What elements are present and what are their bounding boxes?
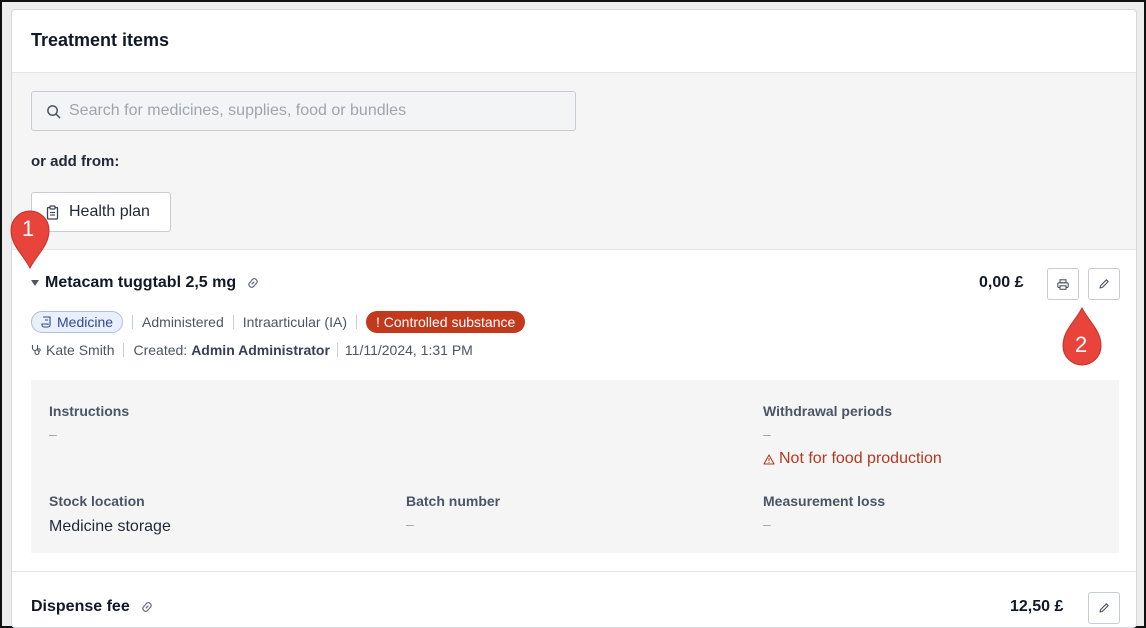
vet-name: Kate Smith [46,342,115,358]
callout-marker-1: 1 [8,208,52,270]
created-at: 11/11/2024, 1:31 PM [344,342,473,358]
item-tags-row: Medicine Administered Intraarticular (IA… [31,311,526,333]
callout-marker-2: 2 [1060,306,1104,370]
divider [132,315,134,329]
callout-number-2: 2 [1075,332,1088,357]
stethoscope-icon [31,345,41,356]
item-name: Metacam tuggtabl 2,5 mg [45,274,237,291]
withdrawal-value: – [763,426,771,442]
scroll-icon [41,316,51,328]
measurement-loss-label: Measurement loss [763,493,886,509]
administered-label: Administered [142,314,224,330]
withdrawal-field: Withdrawal periods – Not for food produc… [763,403,942,468]
item-title-row: Dispense fee [31,598,154,616]
withdrawal-label: Withdrawal periods [763,403,893,419]
search-input[interactable] [69,102,549,120]
treatment-item-dispense-fee: Dispense fee 12,50 £ [12,572,1136,627]
divider [355,315,357,329]
window-frame: Treatment items or add from: Health plan… [0,0,1146,628]
medicine-badge: Medicine [31,311,124,333]
withdrawal-warning: Not for food production [763,450,942,468]
divider [232,315,234,329]
created-by: Admin Administrator [191,342,330,358]
stock-location-value: Medicine storage [49,518,171,535]
collapse-caret-icon[interactable] [31,280,39,286]
created-label: Created: [133,342,188,358]
link-icon[interactable] [246,276,260,290]
link-icon[interactable] [140,600,154,614]
item-meta-row: Kate Smith Created: Admin Administrator … [31,342,473,358]
pencil-icon [1099,603,1109,613]
panel-header: Treatment items [12,10,1136,73]
measurement-loss-field: Measurement loss – [763,493,885,532]
printer-icon [1057,278,1069,290]
edit-button[interactable] [1088,268,1120,300]
add-items-area: or add from: Health plan [12,73,1136,250]
or-add-from-label: or add from: [31,153,120,170]
print-button[interactable] [1047,268,1079,300]
search-icon [47,104,61,118]
divider [336,343,338,357]
search-box[interactable] [31,91,576,131]
medicine-badge-label: Medicine [57,314,114,330]
callout-number-1: 1 [22,216,35,241]
stock-location-label: Stock location [49,493,145,509]
item-price: 0,00 £ [979,274,1024,291]
panel-title: Treatment items [31,30,170,50]
warning-icon [763,453,775,465]
item-title-row: Metacam tuggtabl 2,5 mg [31,274,260,292]
treatment-item-metacam: Metacam tuggtabl 2,5 mg 0,00 £ Medicine … [12,250,1136,572]
item-name: Dispense fee [31,598,130,615]
stock-location-field: Stock location Medicine storage [49,493,171,536]
edit-button[interactable] [1088,592,1120,624]
item-details: Instructions – Withdrawal periods – Not … [31,380,1119,553]
controlled-substance-badge: ! Controlled substance [365,311,526,333]
health-plan-button[interactable]: Health plan [31,192,171,232]
pencil-icon [1099,279,1109,289]
item-price: 12,50 £ [1010,598,1064,615]
instructions-value: – [49,426,57,442]
batch-number-value: – [406,516,414,532]
measurement-loss-value: – [763,516,771,532]
instructions-field: Instructions – [49,403,129,442]
instructions-label: Instructions [49,403,130,419]
batch-number-label: Batch number [406,493,501,509]
treatment-items-panel: Treatment items or add from: Health plan… [11,9,1137,628]
divider [123,343,125,357]
route-label: Intraarticular (IA) [242,314,347,330]
batch-number-field: Batch number – [406,493,500,532]
withdrawal-warning-text: Not for food production [779,450,942,467]
health-plan-label: Health plan [69,203,150,220]
